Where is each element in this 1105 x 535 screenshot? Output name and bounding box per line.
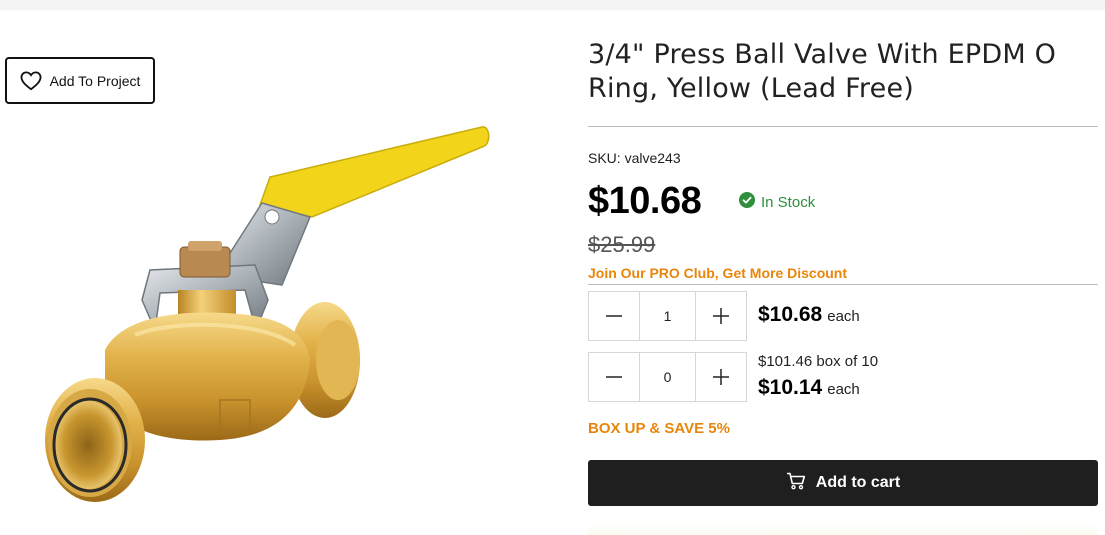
product-image[interactable] xyxy=(20,115,500,515)
increase-box-quantity-button[interactable] xyxy=(696,353,746,401)
single-quantity-stepper: 1 xyxy=(588,291,747,341)
check-circle-icon xyxy=(739,192,755,213)
top-bar xyxy=(0,0,1105,10)
minus-icon xyxy=(606,376,622,378)
price-divider xyxy=(588,284,1098,285)
box-price-unit: each xyxy=(827,381,860,398)
box-unit-price: $10.14 each xyxy=(758,376,860,400)
title-divider xyxy=(588,126,1098,127)
stock-status: In Stock xyxy=(739,192,815,213)
single-price-unit: each xyxy=(827,308,860,325)
add-to-project-label: Add To Project xyxy=(49,72,141,89)
minus-icon xyxy=(606,315,622,317)
stock-label: In Stock xyxy=(761,194,816,211)
current-price: $10.68 xyxy=(588,180,702,222)
box-price: $101.46 box of 10 xyxy=(758,353,879,370)
pro-club-link[interactable]: Join Our PRO Club, Get More Discount xyxy=(588,265,847,281)
box-up-promo: BOX UP & SAVE 5% xyxy=(588,420,730,437)
add-to-project-button[interactable]: Add To Project xyxy=(5,57,155,104)
single-price-amount: $10.68 xyxy=(758,303,823,326)
decrease-quantity-button[interactable] xyxy=(589,292,639,340)
product-title: 3/4" Press Ball Valve With EPDM O Ring, … xyxy=(588,39,1057,104)
cart-icon xyxy=(786,472,806,495)
increase-quantity-button[interactable] xyxy=(696,292,746,340)
decrease-box-quantity-button[interactable] xyxy=(589,353,639,401)
box-quantity-input[interactable]: 0 xyxy=(639,353,696,401)
heart-icon xyxy=(20,70,42,91)
plus-icon xyxy=(713,369,729,385)
add-to-cart-button[interactable]: Add to cart xyxy=(588,460,1098,506)
original-price: $25.99 xyxy=(588,232,656,257)
add-to-cart-label: Add to cart xyxy=(815,474,901,491)
sku-line: SKU: valve243 xyxy=(588,150,681,166)
bottom-fade xyxy=(588,522,1098,535)
sku-value: valve243 xyxy=(624,150,681,166)
box-price-amount: $10.14 xyxy=(758,376,823,399)
sku-label: SKU: xyxy=(588,150,621,166)
single-quantity-input[interactable]: 1 xyxy=(639,292,696,340)
single-unit-price: $10.68 each xyxy=(758,303,860,327)
box-quantity-stepper: 0 xyxy=(588,352,747,402)
plus-icon xyxy=(713,308,729,324)
